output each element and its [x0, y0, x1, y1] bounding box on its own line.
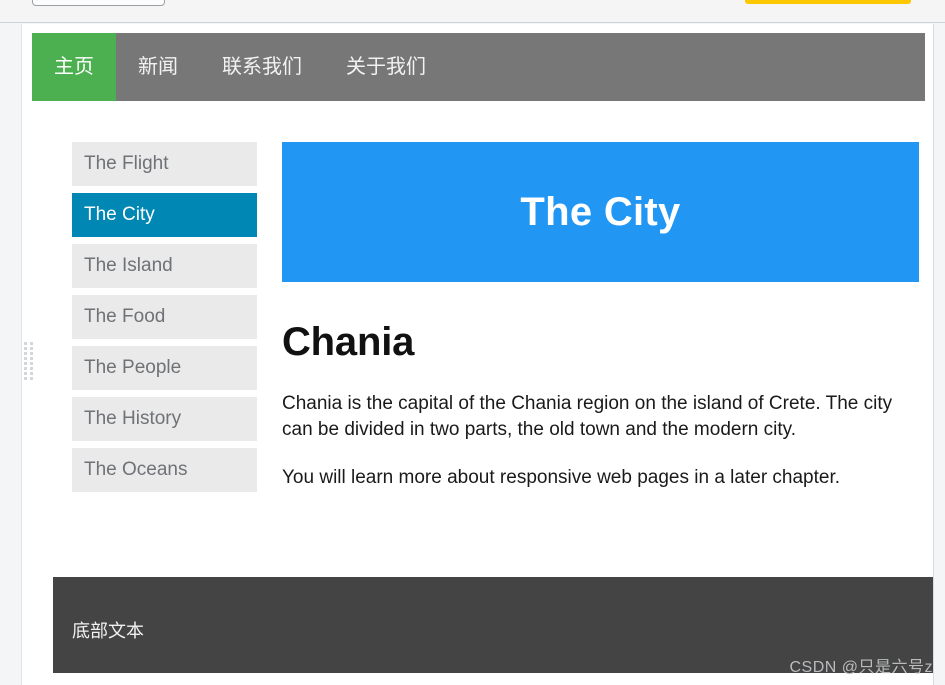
sidebar-item-the-history[interactable]: The History [72, 397, 257, 441]
sidebar-item-the-oceans[interactable]: The Oceans [72, 448, 257, 492]
main-content: The City Chania Chania is the capital of… [282, 142, 919, 513]
sidebar-item-label: The History [84, 408, 182, 429]
sidebar-item-the-food[interactable]: The Food [72, 295, 257, 339]
sidebar-item-label: The Island [84, 255, 173, 276]
nav-item-about-label: 关于我们 [346, 56, 426, 78]
hero-title: The City [520, 189, 681, 234]
footer-text: 底部文本 [72, 621, 144, 641]
paragraph-note: You will learn more about responsive web… [282, 467, 841, 489]
sidebar-item-label: The City [84, 204, 155, 225]
sidebar-item-label: The Oceans [84, 459, 188, 480]
sidebar-item-the-island[interactable]: The Island [72, 244, 257, 288]
sidebar-item-the-people[interactable]: The People [72, 346, 257, 390]
address-chip[interactable] [32, 0, 165, 6]
hero-banner: The City [282, 142, 919, 282]
nav-item-news[interactable]: 新闻 [116, 33, 200, 101]
sidebar-item-label: The Flight [84, 153, 169, 174]
top-navbar: 主页 新闻 联系我们 关于我们 [32, 33, 925, 101]
screenshot-root: 主页 新闻 联系我们 关于我们 The Flight The City The … [0, 0, 945, 685]
paragraph-intro: Chania is the capital of the Chania regi… [282, 393, 893, 441]
nav-item-contact[interactable]: 联系我们 [200, 33, 324, 101]
sidebar-item-the-city[interactable]: The City [72, 193, 257, 237]
watermark: CSDN @只是六号z [789, 659, 933, 676]
yellow-bar-chip[interactable] [745, 0, 911, 4]
resize-handle-icon[interactable] [24, 342, 33, 380]
nav-item-about[interactable]: 关于我们 [324, 33, 448, 101]
nav-item-contact-label: 联系我们 [222, 56, 302, 78]
nav-item-news-label: 新闻 [138, 56, 178, 78]
page-title: Chania [282, 320, 415, 364]
sidebar-item-label: The People [84, 357, 182, 378]
browser-chrome-strip [0, 0, 945, 23]
page-viewport: 主页 新闻 联系我们 关于我们 The Flight The City The … [21, 24, 934, 685]
sidebar-item-the-flight[interactable]: The Flight [72, 142, 257, 186]
sidebar-menu: The Flight The City The Island The Food … [72, 142, 257, 499]
sidebar-item-label: The Food [84, 306, 166, 327]
nav-item-home[interactable]: 主页 [32, 33, 116, 101]
nav-item-home-label: 主页 [54, 56, 94, 78]
